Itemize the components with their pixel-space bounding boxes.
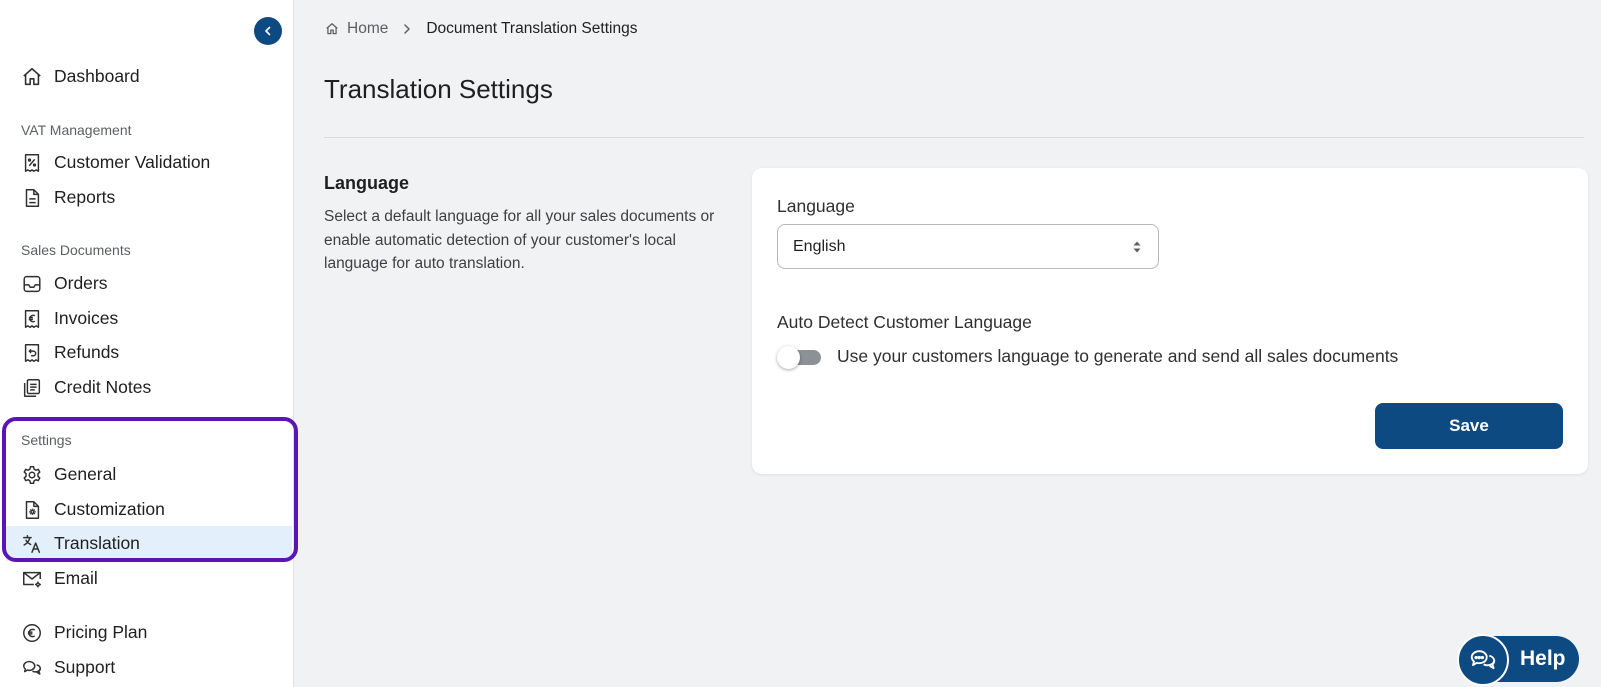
toggle-knob	[777, 345, 800, 369]
stacked-notes-icon	[20, 376, 44, 400]
sidebar-item-label: Invoices	[54, 308, 119, 328]
breadcrumb-home[interactable]: Home	[325, 20, 388, 38]
chevron-right-icon	[402, 23, 412, 35]
auto-detect-row: Use your customers language to generate …	[777, 345, 1399, 369]
sidebar-item-label: Translation	[54, 533, 140, 553]
breadcrumb-home-label: Home	[347, 20, 389, 37]
sidebar-item-customization[interactable]: Customization	[0, 492, 294, 527]
sidebar-item-refunds[interactable]: Refunds	[0, 335, 294, 370]
gear-icon	[20, 463, 44, 487]
breadcrumb: Home Document Translation Settings	[325, 20, 637, 38]
sidebar-item-label: General	[54, 464, 117, 484]
sidebar-item-credit-notes[interactable]: Credit Notes	[0, 370, 294, 405]
sidebar-item-email[interactable]: Email	[0, 561, 294, 596]
divider	[324, 137, 1584, 138]
section-heading: Language	[324, 173, 410, 193]
document-icon	[20, 186, 44, 210]
sidebar-item-general[interactable]: General	[0, 457, 294, 492]
sidebar-item-label: Reports	[54, 187, 116, 207]
sidebar-item-translation[interactable]: Translation	[6, 526, 292, 561]
help-label: Help	[1520, 647, 1566, 670]
auto-detect-text: Use your customers language to generate …	[837, 346, 1399, 366]
euro-circle-icon	[20, 621, 44, 645]
language-select-value: English	[793, 237, 846, 255]
inbox-icon	[20, 272, 44, 296]
euro-receipt-icon	[20, 307, 44, 331]
section-label-vat-management: VAT Management	[21, 122, 132, 138]
page-title: Translation Settings	[324, 74, 553, 104]
chat-bubbles-icon	[1457, 634, 1509, 686]
sidebar-item-reports[interactable]: Reports	[0, 180, 294, 215]
save-button[interactable]: Save	[1375, 403, 1563, 449]
sidebar-item-label: Customization	[54, 499, 165, 519]
breadcrumb-current: Document Translation Settings	[426, 20, 638, 37]
auto-detect-label: Auto Detect Customer Language	[777, 312, 1032, 332]
sidebar-item-label: Customer Validation	[54, 152, 211, 172]
sidebar-item-label: Email	[54, 568, 98, 588]
sidebar-item-pricing-plan[interactable]: Pricing Plan	[0, 615, 294, 650]
sidebar-item-customer-validation[interactable]: Customer Validation	[0, 145, 294, 180]
receipt-percent-icon	[20, 151, 44, 175]
chat-bubbles-icon	[20, 656, 44, 680]
home-icon	[326, 23, 338, 35]
chevron-left-icon	[265, 26, 271, 36]
sidebar-item-invoices[interactable]: Invoices	[0, 301, 294, 336]
language-select[interactable]: English	[777, 224, 1159, 269]
help-button[interactable]: Help	[1457, 634, 1579, 686]
mail-gear-icon	[20, 567, 44, 591]
language-field-label: Language	[777, 196, 855, 216]
language-settings-card: Language English Auto Detect Customer La…	[752, 168, 1588, 474]
section-label-sales-documents: Sales Documents	[21, 242, 131, 258]
sidebar: Dashboard VAT Management Customer Valida…	[0, 0, 294, 687]
section-label-settings: Settings	[21, 432, 72, 448]
home-icon	[20, 65, 44, 89]
refund-receipt-icon	[20, 341, 44, 365]
sidebar-item-support[interactable]: Support	[0, 650, 294, 685]
select-arrows-icon	[1133, 241, 1141, 252]
sidebar-item-orders[interactable]: Orders	[0, 266, 294, 301]
document-gear-icon	[20, 498, 44, 522]
sidebar-item-label: Orders	[54, 273, 108, 293]
section-description: Select a default language for all your s…	[324, 208, 715, 272]
sidebar-item-label: Credit Notes	[54, 377, 152, 397]
sidebar-item-label: Dashboard	[54, 66, 140, 86]
auto-detect-toggle[interactable]	[777, 345, 821, 369]
sidebar-item-label: Support	[54, 657, 116, 677]
translate-icon	[20, 532, 44, 556]
sidebar-collapse-button[interactable]	[254, 17, 282, 45]
sidebar-item-dashboard[interactable]: Dashboard	[0, 59, 294, 94]
sidebar-item-label: Refunds	[54, 342, 120, 362]
sidebar-item-label: Pricing Plan	[54, 622, 148, 642]
